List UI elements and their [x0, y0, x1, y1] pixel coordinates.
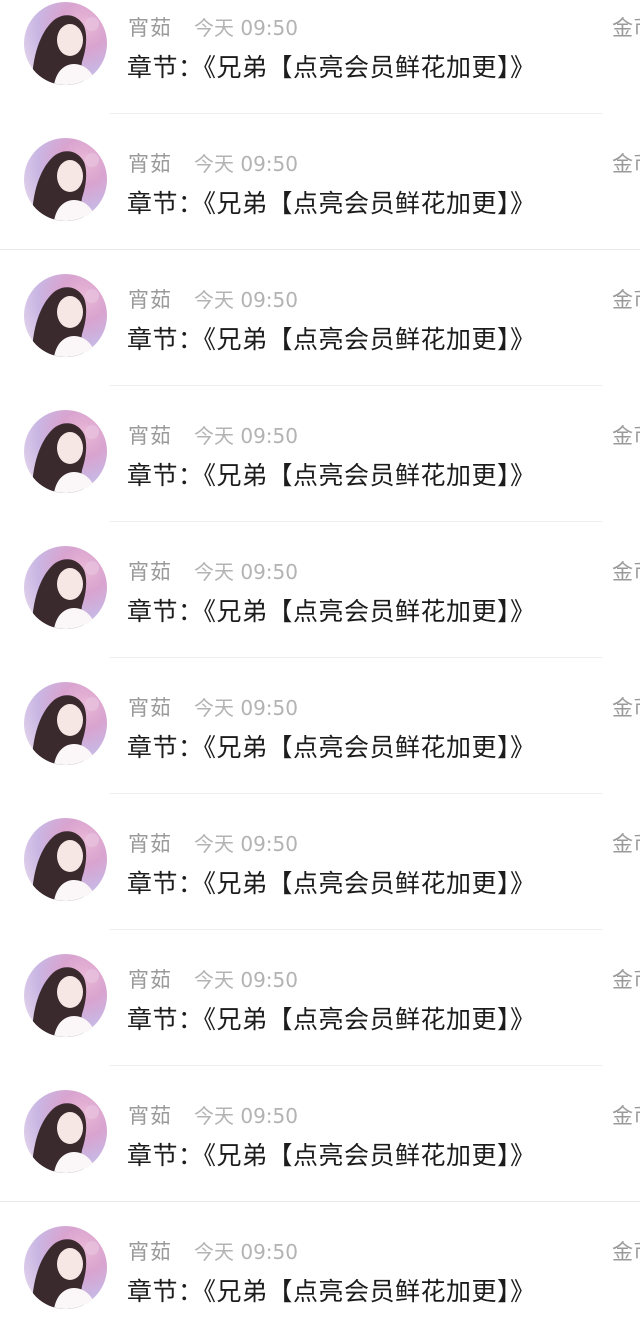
avatar-portrait-icon [32, 423, 99, 493]
list-item[interactable]: 宵茹 今天 09:50 金币 章节：《兄弟【点亮会员鲜花加更】》 [0, 1202, 640, 1338]
reward-amount: 金币 [612, 832, 640, 856]
timestamp: 今天 09:50 [194, 1240, 298, 1264]
list-item[interactable]: 宵茹 今天 09:50 金币 章节：《兄弟【点亮会员鲜花加更】》 [0, 114, 640, 250]
chapter-title[interactable]: 章节：《兄弟【点亮会员鲜花加更】》 [127, 1000, 536, 1036]
user-name: 宵茹 [128, 696, 172, 720]
user-name: 宵茹 [128, 16, 172, 40]
reward-amount: 金币 [612, 696, 640, 720]
user-name: 宵茹 [128, 152, 172, 176]
user-name: 宵茹 [128, 288, 172, 312]
timestamp: 今天 09:50 [194, 560, 298, 584]
user-name: 宵茹 [128, 424, 172, 448]
chapter-title[interactable]: 章节：《兄弟【点亮会员鲜花加更】》 [127, 456, 536, 492]
user-avatar[interactable] [24, 682, 107, 765]
user-avatar[interactable] [24, 410, 107, 493]
chapter-title[interactable]: 章节：《兄弟【点亮会员鲜花加更】》 [127, 728, 536, 764]
avatar-portrait-icon [32, 695, 99, 765]
avatar-portrait-icon [32, 1103, 99, 1173]
avatar-portrait-icon [32, 287, 99, 357]
reward-amount: 金币 [612, 560, 640, 584]
list-item[interactable]: 宵茹 今天 09:50 金币 章节：《兄弟【点亮会员鲜花加更】》 [0, 1066, 640, 1202]
user-avatar[interactable] [24, 1090, 107, 1173]
list-item[interactable]: 宵茹 今天 09:50 金币 章节：《兄弟【点亮会员鲜花加更】》 [0, 522, 640, 658]
avatar-portrait-icon [32, 151, 99, 221]
timestamp: 今天 09:50 [194, 152, 298, 176]
user-name: 宵茹 [128, 1240, 172, 1264]
reward-amount: 金币 [612, 152, 640, 176]
timestamp: 今天 09:50 [194, 696, 298, 720]
chapter-title[interactable]: 章节：《兄弟【点亮会员鲜花加更】》 [127, 1136, 536, 1172]
user-avatar[interactable] [24, 1226, 107, 1309]
user-name: 宵茹 [128, 832, 172, 856]
list-item[interactable]: 宵茹 今天 09:50 金币 章节：《兄弟【点亮会员鲜花加更】》 [0, 0, 640, 114]
timestamp: 今天 09:50 [194, 424, 298, 448]
avatar-portrait-icon [32, 1239, 99, 1309]
list-item[interactable]: 宵茹 今天 09:50 金币 章节：《兄弟【点亮会员鲜花加更】》 [0, 930, 640, 1066]
reward-amount: 金币 [612, 1240, 640, 1264]
timestamp: 今天 09:50 [194, 1104, 298, 1128]
chapter-title[interactable]: 章节：《兄弟【点亮会员鲜花加更】》 [127, 184, 536, 220]
reward-amount: 金币 [612, 968, 640, 992]
timestamp: 今天 09:50 [194, 968, 298, 992]
user-avatar[interactable] [24, 818, 107, 901]
chapter-title[interactable]: 章节：《兄弟【点亮会员鲜花加更】》 [127, 592, 536, 628]
timestamp: 今天 09:50 [194, 832, 298, 856]
timestamp: 今天 09:50 [194, 16, 298, 40]
chapter-title[interactable]: 章节：《兄弟【点亮会员鲜花加更】》 [127, 1272, 536, 1308]
user-avatar[interactable] [24, 546, 107, 629]
user-name: 宵茹 [128, 560, 172, 584]
user-avatar[interactable] [24, 274, 107, 357]
timestamp: 今天 09:50 [194, 288, 298, 312]
reward-amount: 金币 [612, 424, 640, 448]
reward-feed-list: 宵茹 今天 09:50 金币 章节：《兄弟【点亮会员鲜花加更】》 宵茹 今天 0… [0, 0, 640, 1314]
list-item[interactable]: 宵茹 今天 09:50 金币 章节：《兄弟【点亮会员鲜花加更】》 [0, 386, 640, 522]
reward-amount: 金币 [612, 1104, 640, 1128]
user-name: 宵茹 [128, 968, 172, 992]
avatar-portrait-icon [32, 967, 99, 1037]
reward-amount: 金币 [612, 288, 640, 312]
chapter-title[interactable]: 章节：《兄弟【点亮会员鲜花加更】》 [127, 320, 536, 356]
user-avatar[interactable] [24, 138, 107, 221]
reward-amount: 金币 [612, 16, 640, 40]
user-avatar[interactable] [24, 954, 107, 1037]
user-avatar[interactable] [24, 2, 107, 85]
chapter-title[interactable]: 章节：《兄弟【点亮会员鲜花加更】》 [127, 864, 536, 900]
list-item[interactable]: 宵茹 今天 09:50 金币 章节：《兄弟【点亮会员鲜花加更】》 [0, 794, 640, 930]
avatar-portrait-icon [32, 831, 99, 901]
list-item[interactable]: 宵茹 今天 09:50 金币 章节：《兄弟【点亮会员鲜花加更】》 [0, 658, 640, 794]
avatar-portrait-icon [32, 559, 99, 629]
user-name: 宵茹 [128, 1104, 172, 1128]
avatar-portrait-icon [32, 15, 99, 85]
chapter-title[interactable]: 章节：《兄弟【点亮会员鲜花加更】》 [127, 48, 536, 84]
list-item[interactable]: 宵茹 今天 09:50 金币 章节：《兄弟【点亮会员鲜花加更】》 [0, 250, 640, 386]
